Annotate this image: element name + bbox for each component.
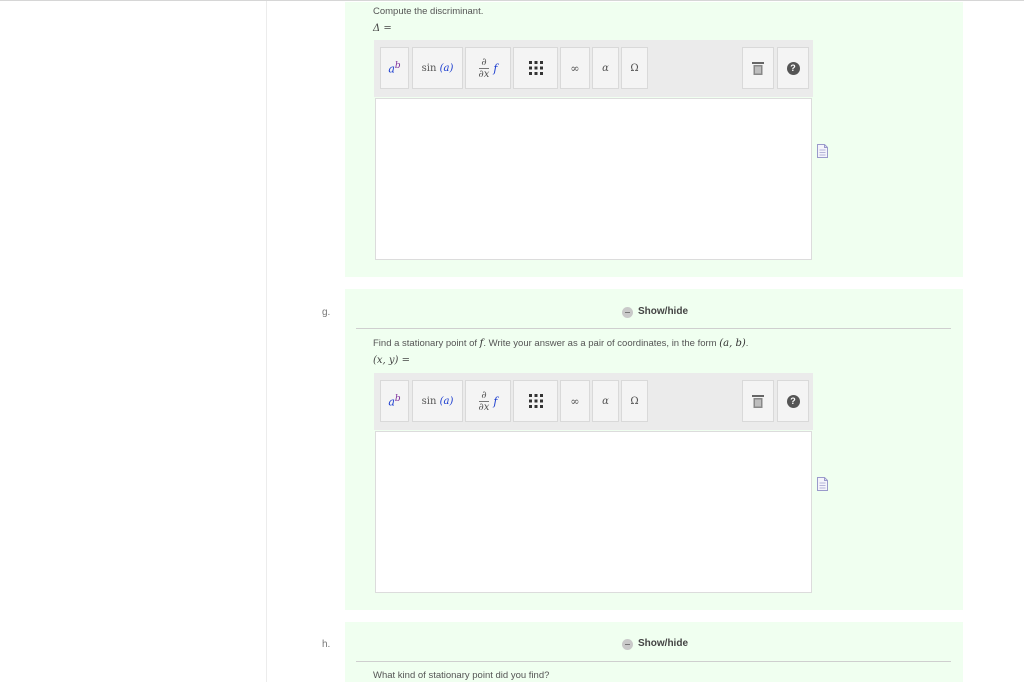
power-icon: ab <box>388 393 401 409</box>
document-icon[interactable] <box>817 144 828 158</box>
omega-button[interactable]: Ω <box>621 47 648 89</box>
answer-editor-f[interactable] <box>375 98 812 260</box>
left-sidebar <box>0 1 267 682</box>
help-button[interactable]: ? <box>777 47 809 89</box>
power-button[interactable]: ab <box>380 47 409 89</box>
derivative-icon: ∂ ∂x f <box>478 56 498 80</box>
infinity-button[interactable]: ∞ <box>560 380 590 422</box>
sin-button[interactable]: sin (a) <box>412 380 463 422</box>
trash-icon <box>752 394 764 408</box>
showhide-toggle-h[interactable]: Show/hide <box>622 638 688 650</box>
math-toolbar-f: ab sin (a) ∂ ∂x f ∞ α Ω ? <box>374 40 813 97</box>
showhide-toggle-g[interactable]: Show/hide <box>622 306 688 318</box>
part-h-prompt: What kind of stationary point did you fi… <box>373 670 550 681</box>
coordinates-label: (x, y) = <box>373 355 411 366</box>
trash-icon <box>752 61 764 75</box>
alpha-icon: α <box>602 395 609 407</box>
sin-icon: sin (a) <box>421 62 454 74</box>
delete-button[interactable] <box>742 47 774 89</box>
help-button[interactable]: ? <box>777 380 809 422</box>
derivative-button[interactable]: ∂ ∂x f <box>465 47 511 89</box>
omega-icon: Ω <box>630 395 639 407</box>
document-icon[interactable] <box>817 477 828 491</box>
alpha-button[interactable]: α <box>592 380 619 422</box>
help-icon: ? <box>786 394 800 408</box>
help-icon: ? <box>786 61 800 75</box>
answer-editor-g[interactable] <box>375 431 812 593</box>
power-icon: ab <box>388 60 401 76</box>
part-g-prompt: Find a stationary point of f. Write your… <box>373 338 749 349</box>
infinity-icon: ∞ <box>570 394 580 408</box>
discriminant-label: Δ = <box>373 23 392 34</box>
alpha-icon: α <box>602 62 609 74</box>
matrix-button[interactable] <box>513 47 558 89</box>
collapse-icon <box>622 307 633 318</box>
sin-button[interactable]: sin (a) <box>412 47 463 89</box>
power-button[interactable]: ab <box>380 380 409 422</box>
math-toolbar-g: ab sin (a) ∂ ∂x f ∞ α Ω ? <box>374 373 813 430</box>
sin-icon: sin (a) <box>421 395 454 407</box>
part-f-prompt: Compute the discriminant. <box>373 6 484 17</box>
derivative-icon: ∂ ∂x f <box>478 389 498 413</box>
matrix-button[interactable] <box>513 380 558 422</box>
alpha-button[interactable]: α <box>592 47 619 89</box>
matrix-icon <box>528 61 543 75</box>
divider-g <box>356 328 951 329</box>
derivative-button[interactable]: ∂ ∂x f <box>465 380 511 422</box>
omega-icon: Ω <box>630 62 639 74</box>
divider-h <box>356 661 951 662</box>
infinity-button[interactable]: ∞ <box>560 47 590 89</box>
omega-button[interactable]: Ω <box>621 380 648 422</box>
part-label-g: g. <box>322 307 331 318</box>
matrix-icon <box>528 394 543 408</box>
part-label-h: h. <box>322 639 331 650</box>
infinity-icon: ∞ <box>570 61 580 75</box>
delete-button[interactable] <box>742 380 774 422</box>
collapse-icon <box>622 639 633 650</box>
